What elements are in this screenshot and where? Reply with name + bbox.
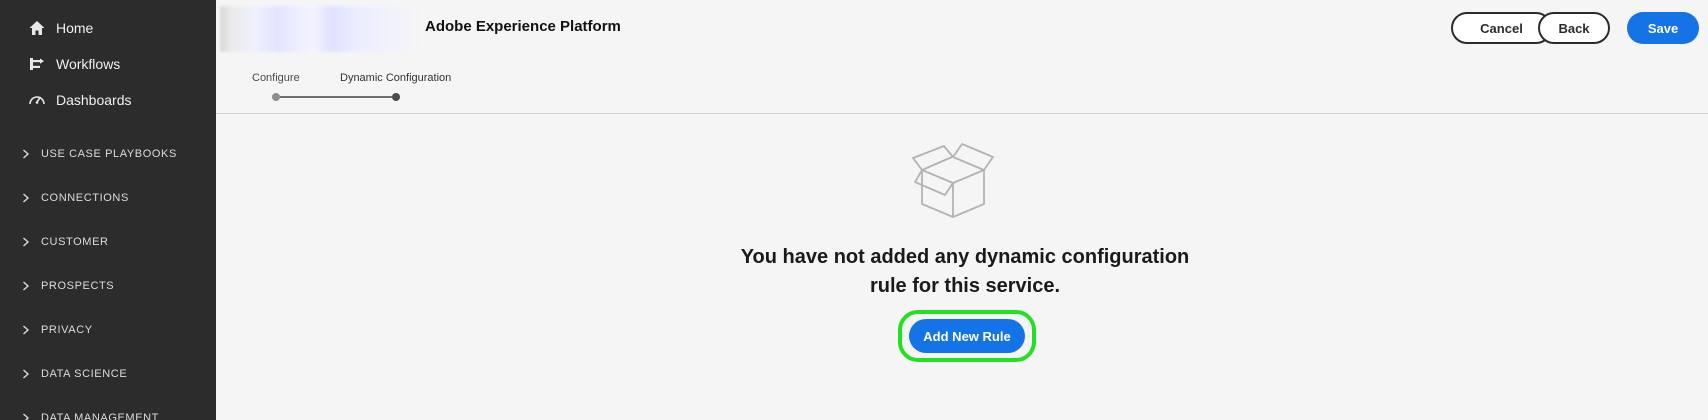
open-box-icon	[912, 140, 994, 220]
sidebar-section-customer[interactable]: CUSTOMER	[0, 220, 216, 264]
stepper-connector	[280, 96, 392, 98]
page-header: Adobe Experience Platform Cancel Back Sa…	[216, 0, 1708, 56]
empty-state-message: You have not added any dynamic configura…	[740, 246, 1190, 297]
dashboard-gauge-icon	[28, 91, 46, 109]
sidebar-top-nav: Home Workflows Dashboards	[0, 0, 216, 118]
sidebar-item-home[interactable]: Home	[0, 10, 216, 46]
add-rule-highlight: Add New Rule	[898, 310, 1036, 362]
sidebar-sections: USE CASE PLAYBOOKS CONNECTIONS CUSTOMER …	[0, 132, 216, 420]
page-title: Adobe Experience Platform	[425, 18, 621, 35]
chevron-right-icon	[22, 149, 32, 159]
step-configure-dot[interactable]	[272, 93, 280, 101]
sidebar-section-connections[interactable]: CONNECTIONS	[0, 176, 216, 220]
blurred-breadcrumb	[220, 6, 424, 52]
sidebar-item-label: Workflows	[56, 56, 121, 72]
sidebar-section-data-management[interactable]: DATA MANAGEMENT	[0, 396, 216, 420]
save-button[interactable]: Save	[1627, 12, 1699, 44]
chevron-right-icon	[22, 193, 32, 203]
sidebar-section-prospects[interactable]: PROSPECTS	[0, 264, 216, 308]
step-dynamic-configuration-dot[interactable]	[392, 93, 400, 101]
sidebar-section-label: DATA MANAGEMENT	[41, 412, 159, 420]
sidebar-section-use-case-playbooks[interactable]: USE CASE PLAYBOOKS	[0, 132, 216, 176]
chevron-right-icon	[22, 281, 32, 291]
sidebar-section-data-science[interactable]: DATA SCIENCE	[0, 352, 216, 396]
sidebar-section-label: CONNECTIONS	[41, 192, 129, 204]
sidebar-section-privacy[interactable]: PRIVACY	[0, 308, 216, 352]
sidebar-section-label: USE CASE PLAYBOOKS	[41, 148, 177, 160]
add-new-rule-button[interactable]: Add New Rule	[909, 319, 1025, 353]
sidebar-item-label: Dashboards	[56, 92, 132, 108]
sidebar: Home Workflows Dashboards USE CASE PLAYB…	[0, 0, 216, 420]
sidebar-section-label: DATA SCIENCE	[41, 368, 128, 380]
chevron-right-icon	[22, 237, 32, 247]
back-button[interactable]: Back	[1538, 12, 1610, 44]
home-icon	[28, 19, 46, 37]
step-configure-label[interactable]: Configure	[252, 72, 300, 84]
sidebar-section-label: PROSPECTS	[41, 280, 115, 292]
cancel-button[interactable]: Cancel	[1451, 12, 1552, 44]
workflows-icon	[28, 55, 46, 73]
sidebar-item-dashboards[interactable]: Dashboards	[0, 82, 216, 118]
sidebar-item-workflows[interactable]: Workflows	[0, 46, 216, 82]
wizard-stepper: Configure Dynamic Configuration	[216, 70, 516, 106]
chevron-right-icon	[22, 369, 32, 379]
header-divider	[216, 113, 1708, 114]
sidebar-item-label: Home	[56, 20, 94, 36]
sidebar-section-label: PRIVACY	[41, 324, 93, 336]
step-dynamic-configuration-label[interactable]: Dynamic Configuration	[340, 72, 451, 84]
chevron-right-icon	[22, 413, 32, 420]
sidebar-section-label: CUSTOMER	[41, 236, 109, 248]
chevron-right-icon	[22, 325, 32, 335]
